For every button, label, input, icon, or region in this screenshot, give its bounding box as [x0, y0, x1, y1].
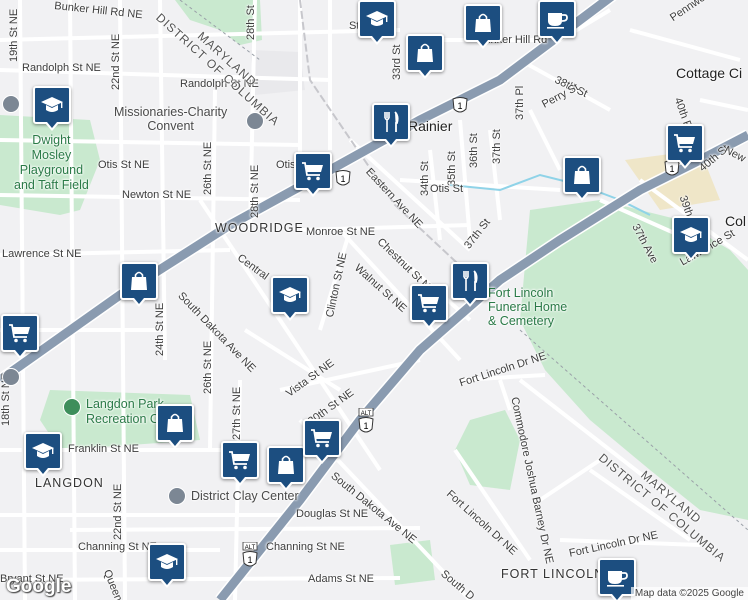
- school-icon: [365, 7, 389, 31]
- street-label: Channing St NE: [266, 541, 345, 553]
- street-label: 27th St NE: [231, 386, 243, 440]
- marker-cart-walnut[interactable]: [410, 284, 448, 329]
- marker-cart-30th[interactable]: [303, 419, 341, 464]
- shopping-cart-icon: [417, 291, 441, 315]
- park-icon: [63, 398, 81, 416]
- restaurant-icon: [379, 110, 403, 134]
- place-fort-lincoln-funeral-home[interactable]: Fort Lincoln Funeral Home & Cemetery: [488, 286, 567, 328]
- shopping-bag-icon: [163, 411, 187, 435]
- place-missionaries-charity-convent[interactable]: Missionaries-Charity Convent: [114, 105, 227, 133]
- city-mount-rainier: Rainier: [408, 118, 453, 134]
- school-icon: [679, 223, 703, 247]
- shield-number: 1: [247, 555, 252, 565]
- street-label: Newton St NE: [122, 189, 192, 201]
- marker-cart-east[interactable]: [666, 124, 704, 169]
- school-icon: [31, 439, 55, 463]
- marker-school-dwight[interactable]: [33, 86, 71, 131]
- city-cottage-city: Cottage Ci: [676, 65, 743, 81]
- street-label: 22nd St NE: [110, 33, 122, 90]
- street-label: Douglas St NE: [296, 508, 369, 520]
- street-label: 37th St: [491, 129, 503, 164]
- marker-cart-south[interactable]: [221, 441, 259, 486]
- coffee-icon: [605, 565, 629, 589]
- street-label: Adams St NE: [308, 573, 375, 585]
- marker-cafe-top[interactable]: [538, 0, 576, 45]
- street-label: 36th St: [468, 133, 480, 168]
- us-route-shield: 1: [335, 170, 351, 188]
- street-label: 26th St NE: [202, 340, 214, 394]
- marker-school-east[interactable]: [672, 216, 710, 261]
- street-label: 26th St NE: [202, 141, 214, 195]
- marker-shop-lawrence[interactable]: [120, 262, 158, 307]
- place-dwight-mosley-playground[interactable]: Dwight Mosley Playground and Taft Field: [14, 133, 89, 193]
- shopping-bag-icon: [413, 41, 437, 65]
- landmark-icon: [2, 368, 20, 386]
- street-label: 28th St NE: [249, 164, 261, 218]
- street-label: Franklin St NE: [68, 443, 139, 455]
- neighborhood-langdon: LANGDON: [35, 476, 104, 490]
- street-label: 19th St NE: [8, 8, 20, 62]
- shield-alt-text: ALT: [361, 411, 372, 417]
- marker-school-queens[interactable]: [148, 543, 186, 588]
- school-icon: [278, 283, 302, 307]
- map-attribution[interactable]: Map data ©2025 Google: [630, 587, 748, 600]
- marker-shop-otis[interactable]: [563, 156, 601, 201]
- street-label: Lawrence St NE: [2, 248, 82, 260]
- school-icon: [40, 93, 64, 117]
- shopping-bag-icon: [570, 163, 594, 187]
- shopping-cart-icon: [8, 321, 32, 345]
- google-logo: Google: [6, 576, 72, 597]
- street-label: Monroe St NE: [306, 226, 376, 238]
- shield-number: 1: [669, 164, 674, 174]
- restaurant-icon: [458, 269, 482, 293]
- shield-alt-text: ALT: [245, 545, 256, 551]
- street-label: 35th St: [446, 151, 458, 186]
- street-label: 28th St: [245, 5, 257, 40]
- street-label: Channing St NE: [78, 541, 157, 553]
- shopping-cart-icon: [301, 159, 325, 183]
- shopping-bag-icon: [127, 269, 151, 293]
- neighborhood-fort-lincoln: FORT LINCOLN: [501, 567, 605, 581]
- us-route-alt-shield: ALT 1: [242, 541, 258, 570]
- street-label: Otis St NE: [98, 159, 150, 171]
- shopping-bag-icon: [471, 11, 495, 35]
- shopping-cart-icon: [228, 448, 252, 472]
- shield-number: 1: [340, 174, 345, 184]
- street-label: 33rd St: [391, 44, 403, 80]
- shopping-bag-icon: [274, 453, 298, 477]
- city-colmar-manor: Col: [725, 213, 747, 229]
- marker-restaurant-chestnut[interactable]: [451, 262, 489, 307]
- marker-cart-otis[interactable]: [294, 152, 332, 197]
- place-district-clay-center[interactable]: District Clay Center: [191, 489, 299, 503]
- street-label: 24th St NE: [154, 302, 166, 356]
- marker-school-top[interactable]: [358, 0, 396, 45]
- marker-shop-top[interactable]: [464, 4, 502, 49]
- street-label: Otis: [276, 159, 296, 171]
- street-label: 22nd St NE: [112, 483, 124, 540]
- marker-shop-south[interactable]: [267, 446, 305, 491]
- coffee-icon: [545, 7, 569, 31]
- marker-school-central[interactable]: [271, 276, 309, 321]
- us-route-alt-shield: ALT 1: [358, 407, 374, 436]
- us-route-shield: 1: [452, 97, 468, 115]
- map-canvas[interactable]: Bunker Hill Rd NE 19th St NE 22nd St NE …: [0, 0, 748, 600]
- shield-number: 1: [457, 101, 462, 111]
- marker-cart-west[interactable]: [1, 314, 39, 359]
- marker-school-franklin[interactable]: [24, 432, 62, 477]
- shopping-cart-icon: [673, 131, 697, 155]
- marker-restaurant-rainier[interactable]: [372, 103, 410, 148]
- school-icon: [2, 95, 20, 113]
- marker-stack-top[interactable]: [406, 34, 444, 79]
- marker-shop-langdon[interactable]: [156, 404, 194, 449]
- neighborhood-woodridge: WOODRIDGE: [215, 221, 304, 235]
- street-label: 37th Pl: [514, 85, 526, 120]
- shield-number: 1: [363, 421, 368, 431]
- shopping-cart-icon: [310, 426, 334, 450]
- clay-center-icon: [168, 487, 186, 505]
- street-label: Otis St: [430, 183, 464, 195]
- school-icon: [155, 550, 179, 574]
- street-label: Randolph St NE: [22, 62, 101, 74]
